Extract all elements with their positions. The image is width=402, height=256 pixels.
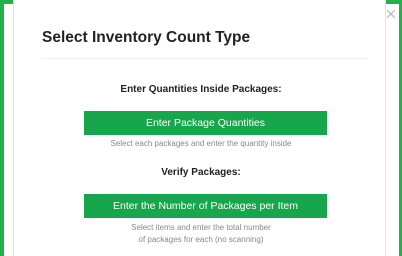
description-line: Select items and enter the total number [131, 223, 271, 232]
dialog-title: Select Inventory Count Type [42, 29, 251, 46]
enter-package-quantities-button[interactable]: Enter Package Quantities [84, 111, 327, 135]
description-line: of packages for each (no scanning) [138, 235, 264, 244]
verify-packages-heading: Verify Packages: [161, 167, 241, 178]
title-divider [42, 58, 368, 59]
package-quantities-heading: Enter Quantities Inside Packages: [120, 84, 282, 95]
enter-packages-per-item-button[interactable]: Enter the Number of Packages per Item [84, 194, 327, 218]
packages-per-item-description: Select items and enter the total number … [0, 222, 402, 246]
package-quantities-description: Select each packages and enter the quant… [0, 138, 402, 150]
close-icon[interactable] [386, 9, 396, 19]
description-line: Select each packages and enter the quant… [110, 139, 292, 148]
